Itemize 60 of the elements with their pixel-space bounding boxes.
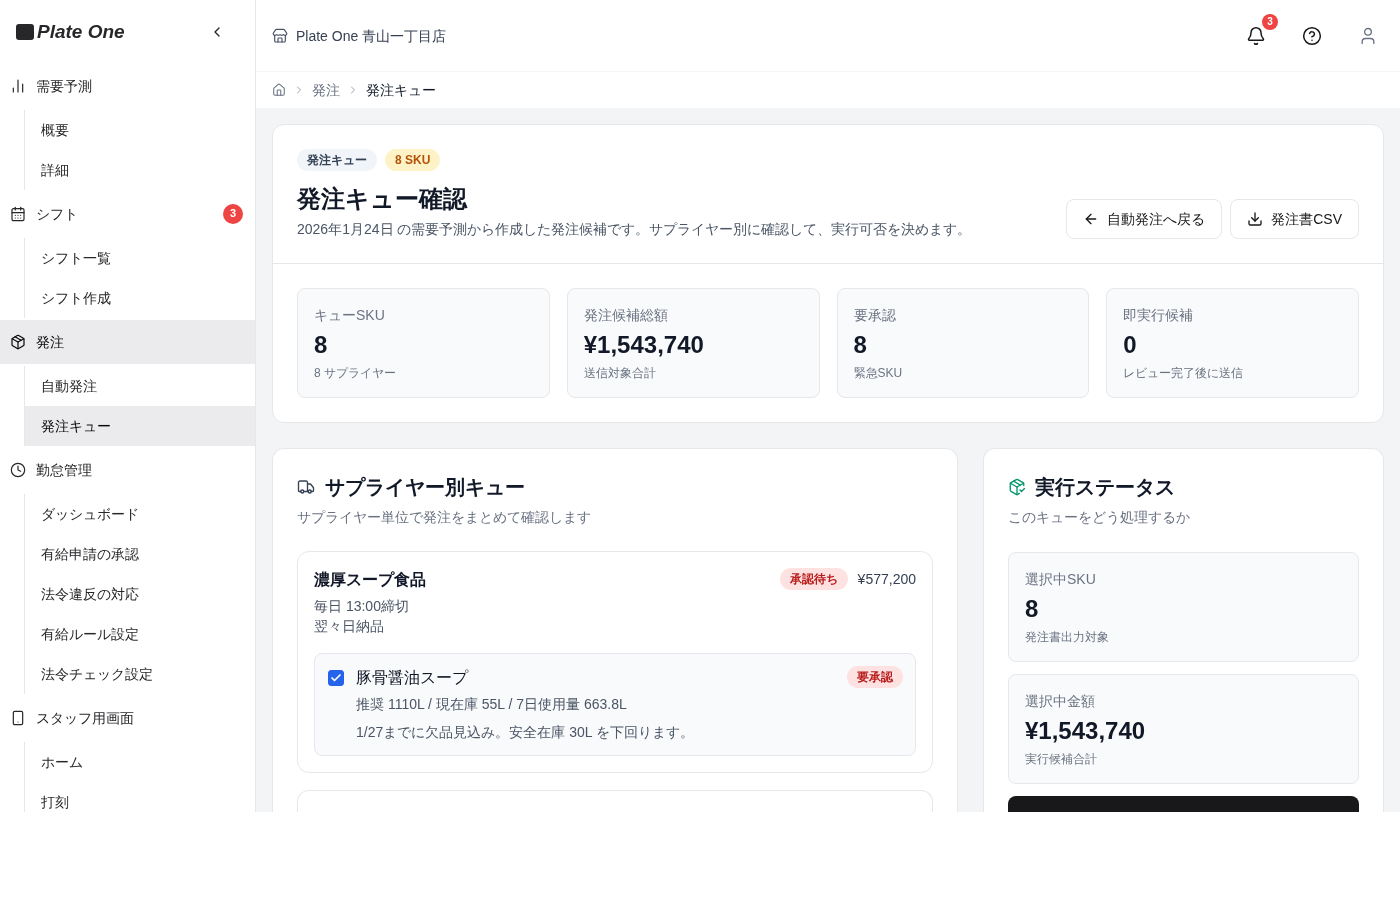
calendar-icon xyxy=(10,206,26,222)
item-name: 豚骨醤油スープ xyxy=(356,668,468,688)
phone-icon xyxy=(10,710,26,726)
logo-text: Plate One xyxy=(37,20,125,44)
stat-note: 8 サプライヤー xyxy=(314,365,397,381)
nav-section[interactable]: 発注 xyxy=(0,320,255,364)
stat-label: 発注候補総額 xyxy=(583,306,669,325)
truck-icon xyxy=(297,478,315,496)
bar-chart-icon xyxy=(10,78,26,94)
breadcrumb-link[interactable]: 発注 xyxy=(312,80,340,100)
package-icon xyxy=(10,334,26,350)
notification-badge: 3 xyxy=(1262,13,1278,30)
stat-value: ¥1,543,740 xyxy=(1025,716,1147,746)
tag: 8 SKU xyxy=(385,149,441,171)
back-button[interactable]: 自動発注へ戻る xyxy=(1066,199,1223,239)
store-name: Plate One 青山一丁目店 xyxy=(296,26,447,46)
breadcrumb-current: 発注キュー xyxy=(366,81,436,100)
package-check-icon xyxy=(1008,478,1026,496)
logo-icon xyxy=(16,24,34,40)
stat-value: 8 xyxy=(1025,594,1040,624)
item-note: 1/27までに欠品見込み。安全在庫 30L を下回ります。 xyxy=(356,723,695,742)
stat-label: 要承認 xyxy=(853,306,897,325)
supplier-amount: ¥577,200 xyxy=(857,570,916,589)
tag: 発注キュー xyxy=(297,149,377,171)
clock-icon xyxy=(10,462,26,478)
page-description: 2026年1月24日 の需要予測から作成した発注候補です。サプライヤー別に確認して、実行可否を決めます。 xyxy=(297,220,972,239)
tick-icon xyxy=(330,672,342,684)
section-subtitle: サプライヤー単位で発注をまとめて確認します xyxy=(297,508,592,527)
stat-note: 送信対象合計 xyxy=(583,365,657,381)
checkbox[interactable] xyxy=(328,670,344,686)
stat-value: 0 xyxy=(1123,330,1138,360)
download-button[interactable]: 発注書CSV xyxy=(1230,199,1359,239)
stat-label: キューSKU xyxy=(314,306,386,325)
stat-note: 発注書出力対象 xyxy=(1025,629,1110,645)
page-title: 発注キュー確認 xyxy=(297,184,469,214)
stat-value: ¥1,543,740 xyxy=(583,330,705,360)
stat-value: 8 xyxy=(853,330,868,360)
status-badge: 承認待ち xyxy=(779,568,848,590)
approval-badge: 要承認 xyxy=(847,666,903,688)
section-subtitle: このキューをどう処理するか xyxy=(1008,508,1191,527)
stat-note: レビュー完了後に送信 xyxy=(1123,365,1245,381)
stat-note: 実行候補合計 xyxy=(1025,751,1098,767)
nav-item[interactable]: 発注キュー xyxy=(25,406,255,446)
cutoff-text: 毎日 13:00締切 xyxy=(314,597,410,616)
item-detail: 推奨 1110L / 現在庫 55L / 7日使用量 663.8L xyxy=(356,695,628,714)
download-icon xyxy=(1247,211,1264,227)
section-title: 実行ステータス xyxy=(1035,475,1175,500)
stat-note: 緊急SKU xyxy=(853,365,904,381)
count-badge: 3 xyxy=(223,204,243,224)
stat-value: 8 xyxy=(314,330,329,360)
bell-icon xyxy=(1246,25,1266,46)
section-title: サプライヤー別キュー xyxy=(325,475,525,500)
stat-label: 即実行候補 xyxy=(1123,306,1195,325)
store-icon xyxy=(272,27,288,44)
stat-label: 選択中金額 xyxy=(1025,692,1096,711)
supplier-name: 濃厚スープ食品 xyxy=(314,570,426,590)
help-icon xyxy=(1302,25,1322,46)
home-icon[interactable] xyxy=(272,83,286,97)
delivery-text: 翌々日納品 xyxy=(314,617,385,636)
stat-label: 選択中SKU xyxy=(1025,570,1097,589)
